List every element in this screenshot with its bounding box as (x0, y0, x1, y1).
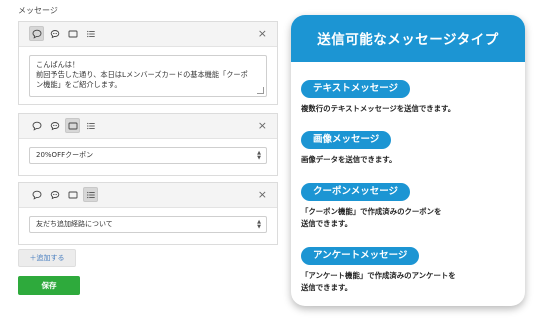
list-icon[interactable] (83, 187, 98, 202)
chat-icon[interactable] (47, 187, 62, 202)
feature-desc-line: 送信できます。 (301, 282, 352, 292)
image-icon[interactable] (65, 118, 80, 133)
feature-desc-line: 送信できます。 (301, 218, 352, 228)
chat-icon[interactable] (47, 26, 62, 41)
textarea-line: ン機能」をご紹介します。 (36, 80, 122, 89)
feature-coupon: クーポンメッセージ 「クーポン機能」で作成済みのクーポンを 送信できます。 (301, 179, 441, 229)
card-toolbar: × (19, 22, 277, 47)
feature-label: 画像メッセージ (301, 131, 392, 149)
speech-bubble-icon[interactable] (29, 187, 44, 202)
message-textarea[interactable]: こんばんは！ 前回予告した通り、本日はLメンバーズカードの基本機能「クーポ ン機… (29, 55, 267, 97)
chat-icon[interactable] (47, 118, 62, 133)
feature-text: テキストメッセージ 複数行のテキストメッセージを送信できます。 (301, 76, 455, 115)
feature-desc: 「アンケート機能」で作成済みのアンケートを 送信できます。 (301, 270, 456, 293)
panel-title: 送信可能なメッセージタイプ (291, 15, 525, 62)
card-toolbar: × (19, 183, 277, 208)
feature-desc-line: 「アンケート機能」で作成済みのアンケートを (301, 271, 456, 280)
feature-label: アンケートメッセージ (301, 247, 420, 265)
close-icon[interactable]: × (258, 187, 267, 202)
list-icon[interactable] (83, 26, 98, 41)
feature-survey: アンケートメッセージ 「アンケート機能」で作成済みのアンケートを 送信できます。 (301, 243, 456, 293)
feature-desc-line: 「クーポン機能」で作成済みのクーポンを (301, 207, 442, 216)
feature-image: 画像メッセージ 画像データを送信できます。 (301, 127, 396, 166)
speech-bubble-icon[interactable] (29, 118, 44, 133)
select-value: 20%OFFクーポン (36, 151, 94, 159)
message-card-text: × こんばんは！ 前回予告した通り、本日はLメンバーズカードの基本機能「クーポ … (18, 21, 278, 105)
textarea-line: こんばんは！ (36, 60, 80, 69)
card-body: 20%OFFクーポン ▲ ▼ (19, 139, 277, 174)
feature-desc: 「クーポン機能」で作成済みのクーポンを 送信できます。 (301, 206, 441, 229)
message-card-survey: × 友だち追加経路について ▲ ▼ (18, 182, 278, 245)
close-icon[interactable]: × (258, 26, 267, 41)
feature-desc: 画像データを送信できます。 (301, 154, 396, 166)
feature-label: クーポンメッセージ (301, 183, 411, 201)
save-button[interactable]: 保存 (18, 276, 80, 295)
message-type-panel: 送信可能なメッセージタイプ テキストメッセージ 複数行のテキストメッセージを送信… (291, 15, 525, 306)
message-card-coupon: × 20%OFFクーポン ▲ ▼ (18, 113, 278, 176)
survey-select[interactable]: 友だち追加経路について ▲ ▼ (29, 216, 267, 233)
select-value: 友だち追加経路について (36, 220, 113, 228)
select-caret-icon: ▲ ▼ (257, 150, 261, 161)
feature-desc: 複数行のテキストメッセージを送信できます。 (301, 103, 455, 115)
textarea-line: 前回予告した通り、本日はLメンバーズカードの基本機能「クーポ (36, 70, 248, 79)
card-body: 友だち追加経路について ▲ ▼ (19, 208, 277, 243)
select-caret-icon: ▲ ▼ (257, 219, 261, 230)
coupon-select[interactable]: 20%OFFクーポン ▲ ▼ (29, 147, 267, 164)
list-icon[interactable] (83, 118, 98, 133)
card-toolbar: × (19, 114, 277, 139)
resize-handle[interactable] (257, 87, 264, 94)
feature-desc-line: 複数行のテキストメッセージを送信できます。 (301, 104, 456, 113)
section-label: メッセージ (18, 6, 58, 15)
feature-label: テキストメッセージ (301, 80, 411, 98)
close-icon[interactable]: × (258, 118, 267, 133)
feature-desc-line: 画像データを送信できます。 (301, 155, 397, 164)
card-body: こんばんは！ 前回予告した通り、本日はLメンバーズカードの基本機能「クーポ ン機… (19, 47, 277, 107)
image-icon[interactable] (65, 187, 80, 202)
image-icon[interactable] (65, 26, 80, 41)
speech-bubble-icon[interactable] (29, 26, 44, 41)
add-message-button[interactable]: ＋追加する (18, 249, 76, 267)
